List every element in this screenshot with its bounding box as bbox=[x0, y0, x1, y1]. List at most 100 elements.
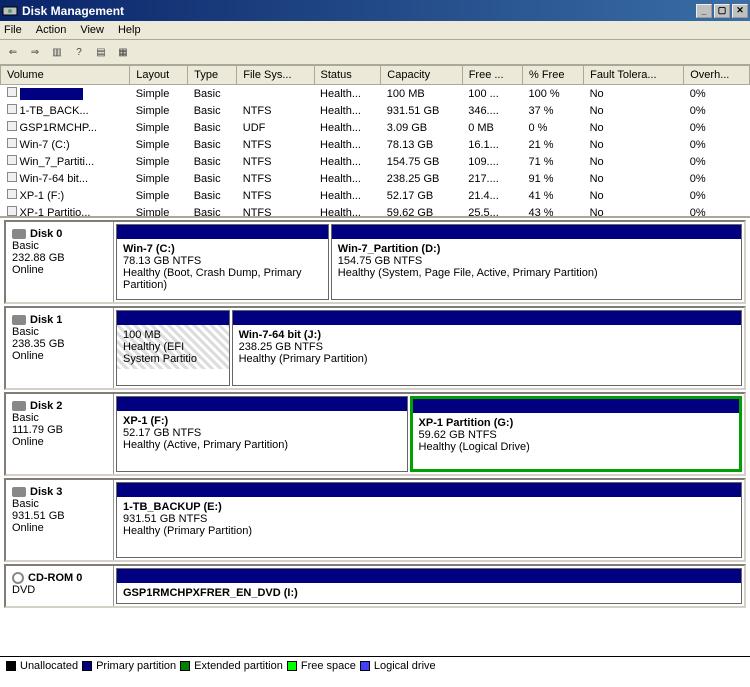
menu-file[interactable]: File bbox=[4, 24, 22, 36]
col-free[interactable]: Free ... bbox=[462, 66, 522, 85]
volume-icon bbox=[7, 138, 17, 148]
disk-row-0[interactable]: Disk 0 Basic 232.88 GB Online Win-7 (C:)… bbox=[4, 220, 746, 304]
swatch-primary bbox=[82, 661, 92, 671]
partition-size: 52.17 GB NTFS bbox=[123, 427, 401, 439]
partition-status: Healthy (Primary Partition) bbox=[239, 353, 735, 365]
partition-name: 1-TB_BACKUP (E:) bbox=[123, 501, 735, 513]
refresh-button[interactable]: ▥ bbox=[48, 43, 66, 61]
swatch-free bbox=[287, 661, 297, 671]
partition-selected[interactable]: XP-1 Partition (G:) 59.62 GB NTFS Health… bbox=[410, 396, 742, 472]
partition-size: 78.13 GB NTFS bbox=[123, 255, 322, 267]
table-row[interactable]: Win-7-64 bit...SimpleBasicNTFSHealth...2… bbox=[1, 170, 750, 187]
disk-status: Online bbox=[12, 522, 107, 534]
disk-size: 232.88 GB bbox=[12, 252, 107, 264]
col-capacity[interactable]: Capacity bbox=[381, 66, 462, 85]
partition-name: Win-7 (C:) bbox=[123, 243, 322, 255]
disk-size: 111.79 GB bbox=[12, 424, 107, 436]
cdrom-icon bbox=[12, 572, 24, 584]
window-title: Disk Management bbox=[22, 4, 694, 18]
legend-label: Primary partition bbox=[96, 660, 176, 672]
disk-type: DVD bbox=[12, 584, 107, 596]
disk-label: Disk 2 bbox=[30, 400, 62, 412]
col-type[interactable]: Type bbox=[188, 66, 237, 85]
disk-info: CD-ROM 0 DVD bbox=[6, 566, 114, 606]
partition[interactable]: Win-7_Partition (D:) 154.75 GB NTFS Heal… bbox=[331, 224, 742, 300]
swatch-logical bbox=[360, 661, 370, 671]
partition[interactable]: Win-7 (C:) 78.13 GB NTFS Healthy (Boot, … bbox=[116, 224, 329, 300]
partition-header bbox=[233, 311, 741, 325]
help-button[interactable]: ? bbox=[70, 43, 88, 61]
legend: Unallocated Primary partition Extended p… bbox=[0, 656, 750, 674]
legend-label: Extended partition bbox=[194, 660, 283, 672]
swatch-extended bbox=[180, 661, 190, 671]
table-row[interactable]: 1-TB_BACK...SimpleBasicNTFSHealth...931.… bbox=[1, 102, 750, 119]
disk-info: Disk 0 Basic 232.88 GB Online bbox=[6, 222, 114, 302]
close-button[interactable]: ✕ bbox=[732, 4, 748, 18]
menu-help[interactable]: Help bbox=[118, 24, 141, 36]
disk-status: Online bbox=[12, 350, 107, 362]
table-row[interactable]: SimpleBasicHealth...100 MB100 ...100 %No… bbox=[1, 85, 750, 103]
col-status[interactable]: Status bbox=[314, 66, 381, 85]
col-volume[interactable]: Volume bbox=[1, 66, 130, 85]
table-row[interactable]: XP-1 (F:)SimpleBasicNTFSHealth...52.17 G… bbox=[1, 187, 750, 204]
toolbar: ⇐ ⇒ ▥ ? ▤ ▦ bbox=[0, 40, 750, 65]
disk-icon bbox=[12, 229, 26, 239]
col-over[interactable]: Overh... bbox=[684, 66, 750, 85]
partition-header bbox=[413, 399, 739, 413]
col-pfree[interactable]: % Free bbox=[523, 66, 584, 85]
menu-view[interactable]: View bbox=[80, 24, 104, 36]
volume-icon bbox=[7, 104, 17, 114]
partition[interactable]: Win-7-64 bit (J:) 238.25 GB NTFS Healthy… bbox=[232, 310, 742, 386]
legend-label: Unallocated bbox=[20, 660, 78, 672]
disk-row-2[interactable]: Disk 2 Basic 111.79 GB Online XP-1 (F:) … bbox=[4, 392, 746, 476]
partition-name: XP-1 Partition (G:) bbox=[419, 417, 733, 429]
table-row[interactable]: Win-7 (C:)SimpleBasicNTFSHealth...78.13 … bbox=[1, 136, 750, 153]
disk-label: Disk 1 bbox=[30, 314, 62, 326]
volume-icon bbox=[7, 121, 17, 131]
partition-name: XP-1 (F:) bbox=[123, 415, 401, 427]
forward-button[interactable]: ⇒ bbox=[26, 43, 44, 61]
disk-info: Disk 1 Basic 238.35 GB Online bbox=[6, 308, 114, 388]
disk-row-1[interactable]: Disk 1 Basic 238.35 GB Online 100 MB Hea… bbox=[4, 306, 746, 390]
col-fault[interactable]: Fault Tolera... bbox=[584, 66, 684, 85]
back-button[interactable]: ⇐ bbox=[4, 43, 22, 61]
disk-type: Basic bbox=[12, 412, 107, 424]
col-fs[interactable]: File Sys... bbox=[237, 66, 314, 85]
volume-table: Volume Layout Type File Sys... Status Ca… bbox=[0, 65, 750, 218]
disk-status: Online bbox=[12, 436, 107, 448]
partition-name: Win-7-64 bit (J:) bbox=[239, 329, 735, 341]
partition-status: Healthy (Primary Partition) bbox=[123, 525, 735, 537]
minimize-button[interactable]: _ bbox=[696, 4, 712, 18]
partition-status: Healthy (Boot, Crash Dump, Primary Parti… bbox=[123, 267, 322, 291]
partition-size: 154.75 GB NTFS bbox=[338, 255, 735, 267]
partition-size: 931.51 GB NTFS bbox=[123, 513, 735, 525]
table-row[interactable]: XP-1 Partitio...SimpleBasicNTFSHealth...… bbox=[1, 204, 750, 218]
menu-bar: File Action View Help bbox=[0, 21, 750, 40]
list-button[interactable]: ▦ bbox=[114, 43, 132, 61]
table-row[interactable]: Win_7_Partiti...SimpleBasicNTFSHealth...… bbox=[1, 153, 750, 170]
partition[interactable]: XP-1 (F:) 52.17 GB NTFS Healthy (Active,… bbox=[116, 396, 408, 472]
col-layout[interactable]: Layout bbox=[130, 66, 188, 85]
partition-header bbox=[117, 311, 229, 325]
menu-action[interactable]: Action bbox=[36, 24, 67, 36]
partition-size: 100 MB bbox=[123, 329, 223, 341]
partition-status: Healthy (Logical Drive) bbox=[419, 441, 733, 453]
disk-size: 931.51 GB bbox=[12, 510, 107, 522]
disk-row-3[interactable]: Disk 3 Basic 931.51 GB Online 1-TB_BACKU… bbox=[4, 478, 746, 562]
partition[interactable]: GSP1RMCHPXFRER_EN_DVD (I:) bbox=[116, 568, 742, 604]
graphical-view: Disk 0 Basic 232.88 GB Online Win-7 (C:)… bbox=[0, 218, 750, 674]
partition-header bbox=[117, 397, 407, 411]
disk-icon bbox=[12, 401, 26, 411]
volume-icon bbox=[7, 172, 17, 182]
volume-icon bbox=[7, 206, 17, 216]
properties-button[interactable]: ▤ bbox=[92, 43, 110, 61]
disk-icon bbox=[12, 315, 26, 325]
maximize-button[interactable]: ▢ bbox=[714, 4, 730, 18]
table-row[interactable]: GSP1RMCHP...SimpleBasicUDFHealth...3.09 … bbox=[1, 119, 750, 136]
partition-efi[interactable]: 100 MB Healthy (EFI System Partitio bbox=[116, 310, 230, 386]
partition-name: GSP1RMCHPXFRER_EN_DVD (I:) bbox=[123, 587, 735, 599]
disk-status: Online bbox=[12, 264, 107, 276]
partition-size: 238.25 GB NTFS bbox=[239, 341, 735, 353]
disk-row-cdrom[interactable]: CD-ROM 0 DVD GSP1RMCHPXFRER_EN_DVD (I:) bbox=[4, 564, 746, 608]
partition[interactable]: 1-TB_BACKUP (E:) 931.51 GB NTFS Healthy … bbox=[116, 482, 742, 558]
